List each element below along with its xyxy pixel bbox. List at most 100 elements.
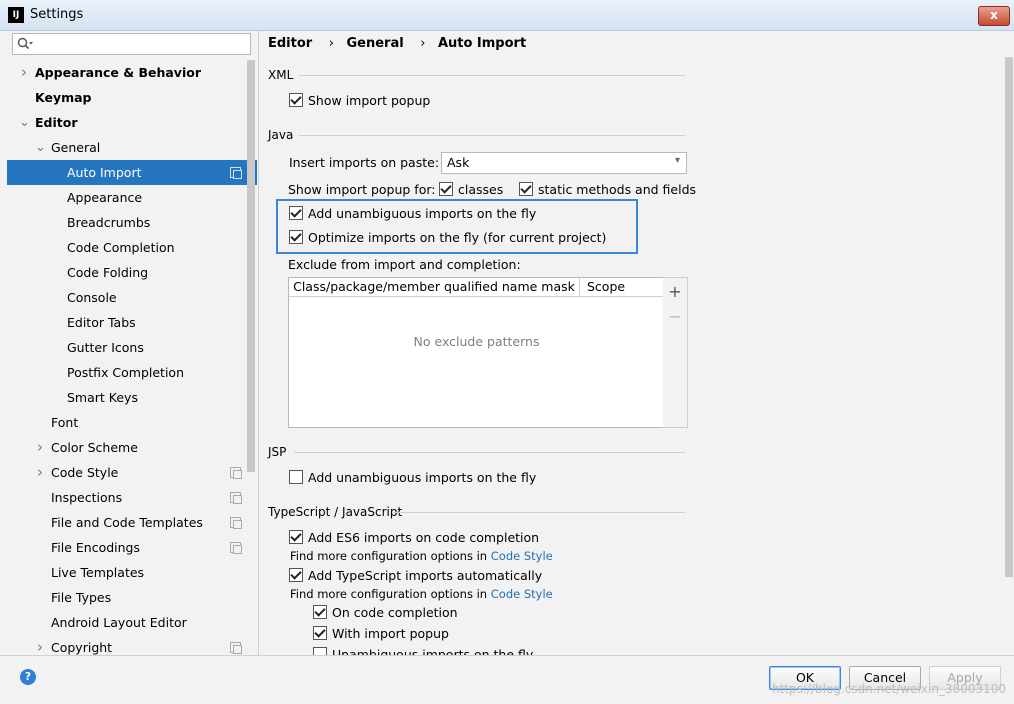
checkbox-label: static methods and fields (538, 182, 697, 197)
tree-item-label: Inspections (51, 490, 123, 505)
tree-item-live-templates[interactable]: Live Templates (7, 560, 257, 585)
tree-item-editor[interactable]: ⌄ Editor (7, 110, 257, 135)
code-style-link[interactable]: Code Style (491, 587, 553, 601)
chevron-down-icon[interactable]: ⌄ (35, 135, 46, 160)
watermark: https://blog.csdn.net/weixin_38003100 (771, 682, 1006, 696)
project-scope-icon (230, 467, 242, 479)
tree-item-postfix-completion[interactable]: Postfix Completion (7, 360, 257, 385)
settings-content: Editor › General › Auto Import XML Show … (259, 31, 1014, 655)
tree-item-label: File and Code Templates (51, 515, 203, 530)
jsp-add-unambiguous-checkbox[interactable]: Add unambiguous imports on the fly (289, 470, 536, 485)
tree-item-keymap[interactable]: Keymap (7, 85, 257, 110)
tree-item-auto-import[interactable]: Auto Import (7, 160, 257, 185)
tree-item-label: Font (51, 415, 79, 430)
chevron-right-icon[interactable]: › (35, 435, 45, 460)
breadcrumb-general[interactable]: General (346, 36, 403, 51)
section-jsp-title: JSP (268, 445, 287, 459)
tree-item-label: Code Completion (67, 240, 175, 255)
settings-window: IJ Settings x › Appearance & Behavior Keym… (0, 0, 1014, 704)
checkbox-label: Show import popup (308, 93, 431, 108)
table-header: Class/package/member qualified name mask… (289, 278, 664, 297)
divider (294, 452, 685, 453)
add-icon[interactable]: + (668, 284, 682, 300)
chevron-right-icon[interactable]: › (35, 460, 45, 485)
checkbox-box[interactable] (519, 182, 533, 196)
window-title: Settings (30, 7, 84, 22)
with-import-popup-checkbox[interactable]: With import popup (313, 626, 449, 641)
tree-item-smart-keys[interactable]: Smart Keys (7, 385, 257, 410)
es6-imports-checkbox[interactable]: Add ES6 imports on code completion (289, 530, 539, 545)
insert-imports-select[interactable]: Ask ▾ (441, 152, 687, 174)
tree-item-gutter-icons[interactable]: Gutter Icons (7, 335, 257, 360)
tree-item-appearance-behavior[interactable]: › Appearance & Behavior (7, 60, 257, 85)
tree-item-label: File Types (51, 590, 112, 605)
checkbox-box[interactable] (289, 470, 303, 484)
project-scope-icon (230, 492, 242, 504)
tree-item-appearance[interactable]: Appearance (7, 185, 257, 210)
checkbox-box[interactable] (289, 206, 303, 220)
checkbox-box[interactable] (289, 568, 303, 582)
checkbox-box[interactable] (289, 93, 303, 107)
close-button[interactable]: x (978, 6, 1010, 26)
tree-item-label: Gutter Icons (67, 340, 144, 355)
checkbox-box[interactable] (313, 647, 327, 655)
tree-item-font[interactable]: Font (7, 410, 257, 435)
optimize-imports-checkbox[interactable]: Optimize imports on the fly (for current… (289, 230, 606, 245)
tree-item-editor-tabs[interactable]: Editor Tabs (7, 310, 257, 335)
tree-item-label: Auto Import (67, 165, 142, 180)
ts-imports-automatically-checkbox[interactable]: Add TypeScript imports automatically (289, 568, 542, 583)
insert-imports-value: Ask (447, 155, 470, 170)
breadcrumb-auto-import: Auto Import (437, 36, 527, 51)
sidebar-scrollbar[interactable] (247, 60, 255, 472)
project-scope-icon (230, 167, 242, 179)
chevron-right-icon[interactable]: › (19, 60, 29, 85)
checkbox-box[interactable] (313, 626, 327, 640)
tree-item-label: Appearance (67, 190, 143, 205)
checkbox-label: Unambiguous imports on the fly (332, 647, 534, 655)
tree-item-code-folding[interactable]: Code Folding (7, 260, 257, 285)
dialog-footer: ? OK Cancel Apply https://blog.csdn.net/… (0, 655, 1014, 704)
help-icon[interactable]: ? (20, 669, 36, 685)
project-scope-icon (230, 642, 242, 654)
section-ts-title: TypeScript / JavaScript (268, 505, 403, 519)
classes-checkbox[interactable]: classes (439, 182, 503, 197)
breadcrumb-separator: › (420, 36, 426, 51)
column-header-scope[interactable]: Scope (587, 278, 625, 296)
tree-item-general[interactable]: ⌄ General (7, 135, 257, 160)
tree-item-breadcrumbs[interactable]: Breadcrumbs (7, 210, 257, 235)
tree-item-color-scheme[interactable]: › Color Scheme (7, 435, 257, 460)
tree-item-console[interactable]: Console (7, 285, 257, 310)
tree-item-label: Smart Keys (67, 390, 138, 405)
exclude-table: Class/package/member qualified name mask… (288, 277, 665, 428)
tree-item-code-style[interactable]: › Code Style (7, 460, 257, 485)
tree-item-file-types[interactable]: File Types (7, 585, 257, 610)
tree-item-label: Postfix Completion (67, 365, 184, 380)
on-code-completion-checkbox[interactable]: On code completion (313, 605, 458, 620)
add-unambiguous-imports-checkbox[interactable]: Add unambiguous imports on the fly (289, 206, 536, 221)
code-style-link[interactable]: Code Style (491, 549, 553, 563)
content-scrollbar[interactable] (1005, 57, 1013, 577)
checkbox-box[interactable] (289, 530, 303, 544)
popup-for-label: Show import popup for: (288, 182, 436, 197)
checkbox-label: classes (458, 182, 504, 197)
tree-item-inspections[interactable]: Inspections (7, 485, 257, 510)
divider (299, 75, 685, 76)
tree-item-code-completion[interactable]: Code Completion (7, 235, 257, 260)
column-header-mask[interactable]: Class/package/member qualified name mask (289, 278, 580, 296)
search-input[interactable] (12, 33, 251, 55)
breadcrumb-editor[interactable]: Editor (268, 36, 312, 51)
checkbox-box[interactable] (313, 605, 327, 619)
tree-item-label: File Encodings (51, 540, 141, 555)
checkbox-label: Add unambiguous imports on the fly (308, 206, 537, 221)
static-methods-checkbox[interactable]: static methods and fields (519, 182, 696, 197)
remove-icon[interactable]: − (668, 309, 682, 325)
unambiguous-imports-checkbox[interactable]: Unambiguous imports on the fly (313, 647, 533, 655)
tree-item-file-encodings[interactable]: File Encodings (7, 535, 257, 560)
checkbox-box[interactable] (439, 182, 453, 196)
tree-item-android-layout-editor[interactable]: Android Layout Editor (7, 610, 257, 635)
tree-item-file-and-code-templates[interactable]: File and Code Templates (7, 510, 257, 535)
chevron-down-icon[interactable]: ⌄ (19, 110, 30, 135)
checkbox-box[interactable] (289, 230, 303, 244)
show-import-popup-checkbox[interactable]: Show import popup (289, 93, 430, 108)
tree-item-label: Breadcrumbs (67, 215, 151, 230)
